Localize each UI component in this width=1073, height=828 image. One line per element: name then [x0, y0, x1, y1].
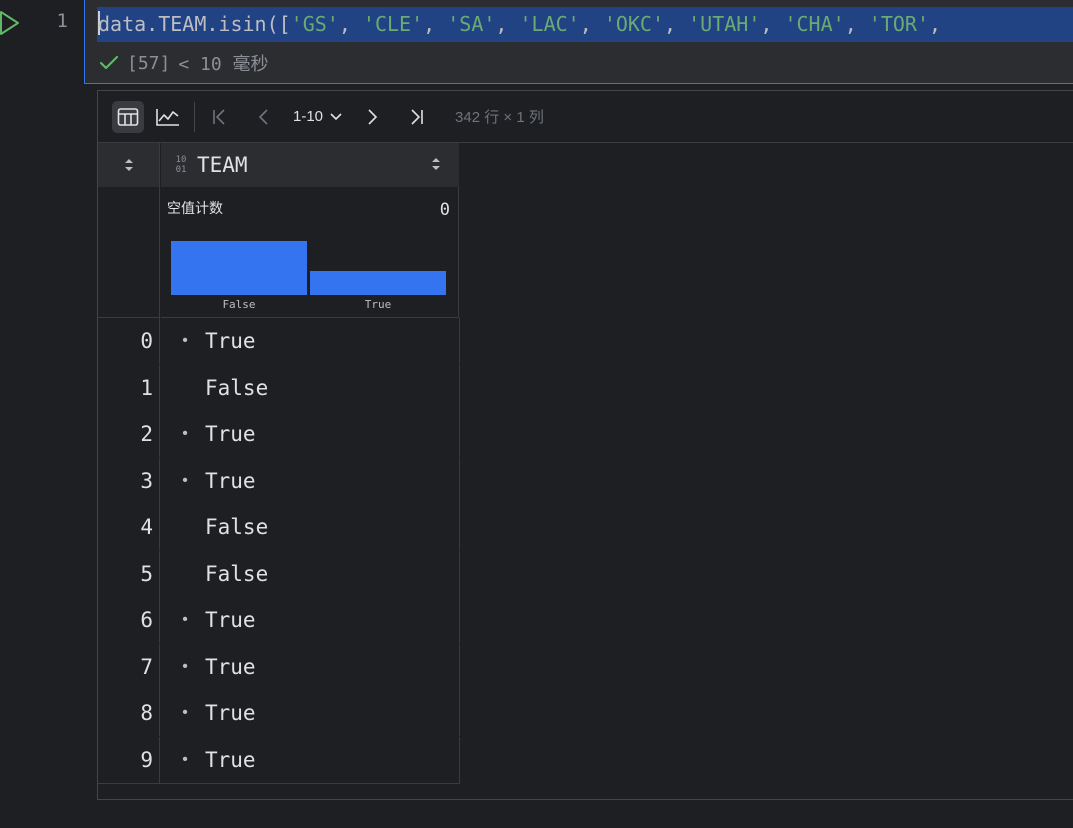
table-cell[interactable]: False — [161, 551, 460, 597]
table-dimensions: 342 行 × 1 列 — [455, 109, 544, 126]
previous-page-button[interactable] — [249, 102, 279, 132]
value-histogram: False True — [171, 241, 446, 311]
check-icon — [99, 55, 119, 70]
true-marker: • — [182, 751, 188, 768]
editor-gutter: 1 — [0, 0, 84, 828]
table-cell[interactable]: False — [161, 504, 460, 550]
cell-value: True — [205, 422, 256, 446]
line-number: 1 — [56, 10, 68, 32]
toolbar-separator — [194, 101, 195, 132]
code-string-literal: 'CLE' — [362, 12, 424, 36]
cell-value: True — [205, 655, 256, 679]
cell-value: True — [205, 701, 256, 725]
table-cell[interactable]: • True — [161, 644, 460, 690]
row-index: 3 — [98, 458, 160, 504]
true-marker: • — [182, 425, 188, 442]
row-index: 9 — [98, 737, 160, 783]
cell-value: True — [205, 329, 256, 353]
last-page-icon — [411, 108, 423, 125]
code-string-literal: 'GS' — [290, 12, 339, 36]
row-index: 4 — [98, 504, 160, 550]
cell-value: False — [205, 376, 269, 400]
table-cell[interactable]: • True — [161, 318, 460, 364]
row-index: 1 — [98, 365, 160, 411]
boolean-type-icon: 10 01 — [175, 155, 187, 175]
chevron-down-icon — [330, 112, 342, 120]
table-cell[interactable]: • True — [161, 411, 460, 457]
code-token: , — [929, 12, 942, 36]
true-marker: • — [182, 472, 188, 489]
index-column-header[interactable] — [98, 143, 160, 187]
page-range-label: 1-10 — [293, 108, 324, 125]
execution-time: < 10 毫秒 — [178, 54, 269, 75]
code-string-literal: 'LAC' — [519, 12, 580, 36]
chart-view-button[interactable] — [152, 101, 184, 133]
true-marker: • — [182, 704, 188, 721]
histogram-bar-true — [310, 271, 446, 295]
code-string-literal: 'SA' — [447, 12, 496, 36]
run-cell-icon[interactable] — [0, 8, 22, 38]
cell-value: True — [205, 608, 256, 632]
code-token: data.TEAM.isin([ — [98, 12, 291, 36]
output-panel: 1-10 342 行 × 1 列 10 01 TEAM 空值计数 0 False… — [97, 90, 1073, 800]
column-name: TEAM — [197, 153, 248, 177]
code-string-literal: 'UTAH' — [688, 12, 761, 36]
cell-value: False — [205, 562, 269, 586]
true-marker: • — [182, 658, 188, 675]
code-token: , — [760, 12, 785, 36]
column-header-team[interactable]: 10 01 TEAM — [161, 143, 459, 187]
code-token: , — [844, 12, 869, 36]
code-text: data.TEAM.isin(['GS', 'CLE', 'SA', 'LAC'… — [98, 12, 941, 36]
table-cell[interactable]: • True — [161, 597, 460, 643]
sort-icon — [124, 159, 133, 171]
table-cell[interactable]: • True — [161, 690, 460, 736]
execution-count: [57] — [127, 52, 171, 74]
histogram-label: True — [365, 298, 392, 311]
table-toolbar: 1-10 342 行 × 1 列 — [98, 91, 1073, 143]
code-string-literal: 'TOR' — [868, 12, 929, 36]
cell-value: True — [205, 469, 256, 493]
row-index: 8 — [98, 690, 160, 736]
code-token: , — [664, 12, 689, 36]
sort-icon[interactable] — [431, 157, 441, 171]
row-index: 2 — [98, 411, 160, 457]
stats-index-cell — [98, 187, 160, 318]
table-cell[interactable]: • True — [161, 458, 460, 504]
true-marker: • — [182, 332, 188, 349]
next-page-button[interactable] — [357, 102, 387, 132]
histogram-label: False — [222, 298, 255, 311]
code-token: , — [579, 12, 604, 36]
chevron-right-icon — [368, 108, 378, 125]
histogram-bar-false — [171, 241, 307, 295]
table-cell[interactable]: False — [161, 365, 460, 411]
column-stats: 空值计数 0 False True — [161, 187, 459, 318]
cell-value: False — [205, 515, 269, 539]
table-bottom-border — [98, 783, 460, 784]
table-view-button[interactable] — [112, 100, 144, 133]
row-index: 6 — [98, 597, 160, 643]
row-index: 7 — [98, 644, 160, 690]
code-string-literal: 'CHA' — [784, 12, 845, 36]
execution-status: [57] < 10 毫秒 — [99, 50, 269, 76]
table-icon — [117, 107, 139, 126]
table-cell[interactable]: • True — [161, 737, 460, 783]
last-page-button[interactable] — [401, 102, 431, 132]
code-token: , — [495, 12, 520, 36]
code-cell[interactable]: data.TEAM.isin(['GS', 'CLE', 'SA', 'LAC'… — [84, 0, 1073, 84]
line-chart-icon — [156, 108, 179, 126]
cell-value: True — [205, 748, 256, 772]
first-page-button[interactable] — [205, 102, 235, 132]
first-page-icon — [213, 108, 225, 125]
code-string-literal: 'OKC' — [603, 12, 665, 36]
code-editor-line[interactable]: data.TEAM.isin(['GS', 'CLE', 'SA', 'LAC'… — [97, 7, 1073, 42]
code-token: , — [423, 12, 448, 36]
code-token: , — [338, 12, 363, 36]
true-marker: • — [182, 611, 188, 628]
row-index: 5 — [98, 551, 160, 597]
page-range-selector[interactable]: 1-10 — [293, 108, 343, 125]
row-index: 0 — [98, 318, 160, 364]
chevron-left-icon — [258, 108, 268, 125]
